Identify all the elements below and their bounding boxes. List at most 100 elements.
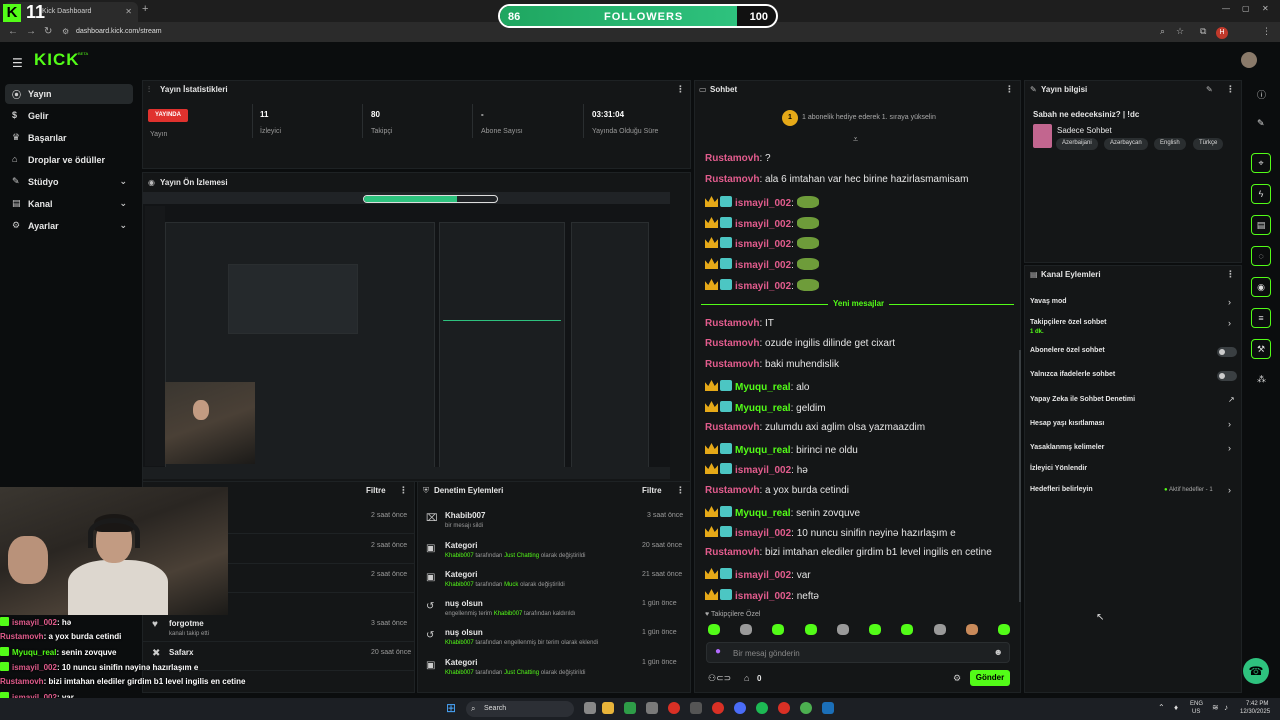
channel-actions-menu-icon[interactable]: ⋮ (1226, 269, 1235, 280)
task-view-icon[interactable] (584, 702, 596, 714)
chat-username[interactable]: ismayil_002 (735, 219, 791, 230)
tray-icon[interactable]: ♦ (1174, 703, 1178, 712)
app-icon[interactable] (800, 702, 812, 714)
chat-username[interactable]: Myuqu_real (735, 382, 791, 393)
sidebar-item[interactable]: ⌂ Droplar ve ödüller (5, 150, 133, 170)
rail-list-icon[interactable]: ≡ (1251, 308, 1271, 328)
moderator-name[interactable]: Khabib007 (445, 670, 474, 676)
moderator-name[interactable]: Khabib007 (445, 640, 474, 646)
moderator-name[interactable]: Khabib007 (494, 611, 523, 617)
quick-emote-icon[interactable] (740, 624, 752, 635)
app-icon[interactable] (690, 702, 702, 714)
chat-username[interactable]: Rustamovh (705, 174, 759, 185)
user-avatar[interactable] (1241, 52, 1257, 68)
quick-emote-icon[interactable] (934, 624, 946, 635)
minimize-icon[interactable]: — (1222, 4, 1230, 13)
moderator-name[interactable]: Khabib007 (445, 553, 474, 559)
reload-icon[interactable]: ↻ (44, 26, 52, 37)
terminal-icon[interactable] (624, 702, 636, 714)
chat-username[interactable]: Rustamovh (705, 359, 759, 370)
chat-username[interactable]: ismayil_002 (735, 260, 791, 271)
collapse-pinned-icon[interactable]: ⩡ (853, 134, 858, 145)
rail-broadcast-icon[interactable]: ◉ (1251, 277, 1271, 297)
chevron-down-icon[interactable]: ⌄ (119, 220, 127, 231)
site-info-icon[interactable]: ⚙ (62, 27, 69, 36)
maximize-icon[interactable]: ▢ (1242, 4, 1250, 13)
quick-emote-icon[interactable] (708, 624, 720, 635)
chat-username[interactable]: Myuqu_real (735, 445, 791, 456)
rail-lightning-icon[interactable]: ϟ (1251, 184, 1271, 204)
quick-emote-icon[interactable] (901, 624, 913, 635)
stream-preview-video[interactable] (143, 192, 670, 479)
close-window-icon[interactable]: ✕ (1262, 4, 1269, 13)
chat-username[interactable]: Rustamovh (705, 153, 759, 164)
chat-username[interactable]: Myuqu_real (735, 403, 791, 414)
chat-username[interactable]: ismayil_002 (735, 281, 791, 292)
zoom-icon[interactable]: ⌕ (1160, 26, 1165, 37)
category-name[interactable]: Muck (504, 582, 518, 588)
help-chat-icon[interactable]: ☎ (1243, 658, 1269, 684)
gift-icon[interactable]: ⌂ (744, 673, 749, 683)
activity-menu-icon[interactable]: ⋮ (399, 485, 408, 496)
chat-username[interactable]: ismayil_002 (735, 239, 791, 250)
chevron-down-icon[interactable]: ⌄ (119, 176, 127, 187)
stream-tag[interactable]: Azerbaijani (1056, 138, 1098, 150)
send-button[interactable]: Gönder (970, 670, 1010, 686)
chevron-right-icon[interactable]: › (1228, 443, 1231, 453)
chat-username[interactable]: ismayil_002 (735, 591, 791, 602)
browser-menu-icon[interactable]: ⋮ (1262, 26, 1271, 37)
apps-icon[interactable]: ⁂ (1257, 374, 1266, 385)
info-icon[interactable]: ⓘ (1257, 88, 1266, 101)
quick-emote-icon[interactable] (805, 624, 817, 635)
chevron-right-icon[interactable]: › (1228, 419, 1231, 429)
moderation-filter-button[interactable]: Filtre (642, 486, 662, 495)
chat-username[interactable]: Rustamovh (705, 422, 759, 433)
chevron-right-icon[interactable]: › (1228, 318, 1231, 328)
chat-username[interactable]: Rustamovh (705, 318, 759, 329)
chat-settings-icon[interactable]: ⚙ (953, 673, 961, 684)
quick-emote-icon[interactable] (998, 624, 1010, 635)
sidebar-item[interactable]: $ Gelir (5, 106, 133, 126)
rail-chat-icon[interactable]: ◌ (1251, 246, 1271, 266)
chrome-icon[interactable] (668, 702, 680, 714)
new-tab-icon[interactable]: + (142, 3, 148, 15)
quick-emote-icon[interactable] (837, 624, 849, 635)
quick-emote-icon[interactable] (772, 624, 784, 635)
chat-scrollbar[interactable] (1019, 350, 1021, 602)
rail-crosshair-icon[interactable]: ⌖ (1251, 153, 1271, 173)
menu-icon[interactable]: ☰ (12, 56, 23, 70)
sidebar-item[interactable]: ⚙ Ayarlar ⌄ (5, 216, 133, 236)
sidebar-item[interactable]: ♛ Başarılar (5, 128, 133, 148)
chat-username[interactable]: ismayil_002 (735, 528, 791, 539)
people-icon[interactable]: ⚇⊂⊃ (708, 673, 731, 684)
mic-icon[interactable]: ● (715, 646, 721, 657)
rail-wrench-icon[interactable]: ⚒ (1251, 339, 1271, 359)
tray-chevron-icon[interactable]: ⌃ (1158, 703, 1165, 712)
moderator-name[interactable]: Khabib007 (445, 582, 474, 588)
chat-username[interactable]: Rustamovh (705, 338, 759, 349)
chat-menu-icon[interactable]: ⋮ (1005, 84, 1014, 95)
chat-username[interactable]: Myuqu_real (735, 508, 791, 519)
toggle-switch[interactable] (1217, 347, 1237, 357)
chat-username[interactable]: Rustamovh (705, 485, 759, 496)
sidebar-item[interactable]: ▤ Kanal ⌄ (5, 194, 133, 214)
clock-time[interactable]: 7:42 PM (1246, 701, 1268, 707)
emoji-icon[interactable]: ☻ (994, 647, 1003, 657)
app-icon[interactable] (734, 702, 746, 714)
browser-profile-avatar[interactable]: H (1216, 27, 1228, 39)
stream-tag[interactable]: Türkçe (1193, 138, 1224, 150)
external-link-icon[interactable]: ↗ (1228, 395, 1235, 404)
category-name[interactable]: Just Chatting (504, 670, 539, 676)
category-name[interactable]: Just Chatting (504, 553, 539, 559)
pen-icon[interactable]: ✎ (1257, 118, 1265, 129)
chevron-right-icon[interactable]: › (1228, 485, 1231, 495)
toggle-switch[interactable] (1217, 371, 1237, 381)
quick-emote-icon[interactable] (966, 624, 978, 635)
stream-tag[interactable]: English (1154, 138, 1186, 150)
chat-username[interactable]: ismayil_002 (735, 198, 791, 209)
chrome-icon[interactable] (778, 702, 790, 714)
stats-menu-icon[interactable]: ⋮ (676, 84, 685, 95)
moderation-menu-icon[interactable]: ⋮ (676, 485, 685, 496)
bookmark-star-icon[interactable]: ☆ (1176, 26, 1184, 37)
chevron-right-icon[interactable]: › (1228, 297, 1231, 307)
